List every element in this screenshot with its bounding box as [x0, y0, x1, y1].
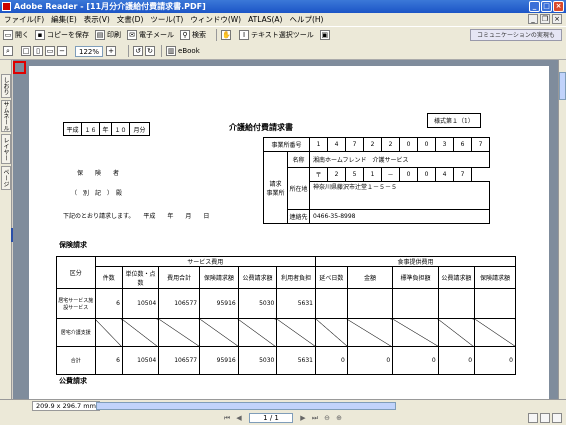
tab-pages[interactable]: ページ: [1, 166, 11, 190]
document-view[interactable]: 平成 １６ 年 １０ 月分 介護給付費請求書 様式第１（1） 保 険 者 （ 別…: [13, 60, 558, 399]
go-forward-icon[interactable]: ⊕: [334, 413, 344, 423]
tab-thumbnails[interactable]: サムネール: [1, 100, 11, 132]
fit-width-icon[interactable]: ▭: [45, 46, 55, 56]
print-button[interactable]: ▤ 印刷: [95, 30, 121, 40]
actual-size-icon[interactable]: □: [21, 46, 31, 56]
save-copy-button[interactable]: ▪ コピーを保存: [35, 30, 89, 40]
book-icon: ▥: [166, 46, 177, 56]
text-cursor-icon: I: [239, 30, 249, 40]
menu-document[interactable]: 文書(D): [117, 14, 144, 25]
document-title: 介護給付費請求書: [229, 122, 293, 132]
insurer-separate-label: （ 別 記 ） 殿: [71, 190, 123, 197]
continuous-icon[interactable]: [540, 413, 550, 423]
separator: [128, 45, 130, 57]
ebook-button[interactable]: ▥ eBook: [166, 46, 200, 56]
table-row: 合計 6 10504 106577 95916 5030 5631 0 0 0 …: [56, 346, 516, 375]
next-page-icon[interactable]: ▶: [298, 413, 308, 423]
magnifier-icon: ⌕: [3, 46, 13, 56]
disk-icon: ▪: [35, 30, 45, 40]
menu-tools[interactable]: ツール(T): [150, 14, 183, 25]
form-number: 様式第１（1）: [427, 113, 481, 128]
selected-corner-marker[interactable]: [13, 61, 26, 74]
scroll-thumb[interactable]: [559, 72, 566, 100]
facing-icon[interactable]: [552, 413, 562, 423]
last-page-icon[interactable]: ⏭: [310, 413, 320, 423]
view-toolbar: ⌕ □ ▯ ▭ − 122% + ↺ ↻ ▥ eBook: [0, 43, 566, 60]
adobe-reader-icon: [2, 2, 11, 11]
open-button[interactable]: ▭ 開く: [3, 30, 29, 40]
menu-view[interactable]: 表示(V): [84, 14, 110, 25]
hand-icon: ✋: [221, 30, 231, 40]
menu-edit[interactable]: 編集(E): [51, 14, 77, 25]
separator: [161, 45, 163, 57]
insurance-claim-heading: 保険請求: [59, 240, 87, 249]
hand-tool-button[interactable]: ✋: [221, 30, 233, 40]
page-number-field[interactable]: 1 / 1: [249, 413, 293, 423]
request-text: 下記のとおり請求します。 平成 年 月 日: [63, 213, 210, 220]
text-select-tool-button[interactable]: I テキスト選択ツール: [239, 30, 314, 40]
menu-atlas[interactable]: ATLAS(A): [248, 15, 282, 24]
search-button[interactable]: ⚲ 検索: [180, 30, 206, 40]
pdf-page: 平成 １６ 年 １０ 月分 介護給付費請求書 様式第１（1） 保 険 者 （ 別…: [29, 66, 549, 399]
tab-layers[interactable]: レイヤー: [1, 134, 11, 164]
folder-icon: ▭: [3, 30, 13, 40]
communication-banner[interactable]: コミュニケーションの実現も: [470, 29, 562, 41]
page-size: 209.9 x 296.7 mm: [32, 401, 100, 411]
table-row: 居宅サービス施設サービス 6 10504 106577 95916 5030 5…: [56, 288, 516, 319]
minimize-button[interactable]: _: [529, 1, 540, 12]
plus-icon: +: [106, 46, 117, 56]
title-bar: Adobe Reader - [11月分介護給付費請求書.PDF] _ □ ×: [0, 0, 566, 13]
email-icon: ✉: [127, 30, 137, 40]
insurer-label: 保 険 者: [77, 170, 120, 177]
zoom-out-button[interactable]: −: [57, 46, 69, 56]
binoculars-icon: ⚲: [180, 30, 190, 40]
separator: [216, 29, 217, 41]
rotate-ccw-icon[interactable]: ↺: [133, 46, 144, 56]
minus-icon: −: [57, 46, 67, 56]
status-bar: 209.9 x 296.7 mm: [0, 399, 566, 411]
menu-help[interactable]: ヘルプ(H): [289, 14, 323, 25]
first-page-icon[interactable]: ⏮: [222, 413, 232, 423]
billing-month-box: 平成 １６ 年 １０ 月分: [63, 122, 150, 136]
page-navigation-bar: ⏮ ◀ 1 / 1 ▶ ⏭ ⊖ ⊕: [0, 411, 566, 425]
prev-page-icon[interactable]: ◀: [234, 413, 244, 423]
maximize-button[interactable]: □: [541, 1, 552, 12]
zoom-in-button[interactable]: +: [106, 46, 118, 56]
camera-icon[interactable]: ▣: [319, 30, 330, 40]
doc-minimize-button[interactable]: _: [528, 14, 538, 24]
zoom-tool-button[interactable]: ⌕: [3, 46, 15, 56]
menu-file[interactable]: ファイル(F): [4, 14, 44, 25]
go-back-icon[interactable]: ⊖: [322, 413, 332, 423]
menu-bar: ファイル(F) 編集(E) 表示(V) 文書(D) ツール(T) ウィンドウ(W…: [0, 13, 566, 26]
file-toolbar: ▭ 開く ▪ コピーを保存 ▤ 印刷 ✉ 電子メール ⚲ 検索 ✋ I テキスト選択ツール …: [0, 26, 566, 43]
provider-info-table: 事業所番号 1 4 7 2 2 0 0 3 6 7 請求 事業所 名称 湘南ホー…: [263, 137, 490, 224]
claim-table: 区分 サービス費用 食事提供費用 件数 単位数・点数 費用合計 保険請求額 公費…: [56, 256, 516, 375]
close-button[interactable]: ×: [553, 1, 564, 12]
email-button[interactable]: ✉ 電子メール: [127, 30, 174, 40]
public-expense-claim-heading: 公費請求: [59, 376, 87, 385]
single-page-icon[interactable]: [528, 413, 538, 423]
horizontal-scrollbar[interactable]: [96, 402, 396, 410]
fit-page-icon[interactable]: ▯: [33, 46, 43, 56]
tab-bookmarks[interactable]: しおり: [1, 74, 11, 98]
table-row: 居宅介護支援: [56, 318, 516, 347]
printer-icon: ▤: [95, 30, 105, 40]
zoom-select[interactable]: 122%: [75, 45, 104, 57]
window-title: Adobe Reader - [11月分介護給付費請求書.PDF]: [14, 2, 206, 11]
menu-window[interactable]: ウィンドウ(W): [190, 14, 241, 25]
doc-restore-button[interactable]: ❐: [540, 14, 550, 24]
rotate-cw-icon[interactable]: ↻: [145, 46, 156, 56]
vertical-scrollbar[interactable]: [558, 60, 566, 399]
doc-close-button[interactable]: ×: [552, 14, 562, 24]
